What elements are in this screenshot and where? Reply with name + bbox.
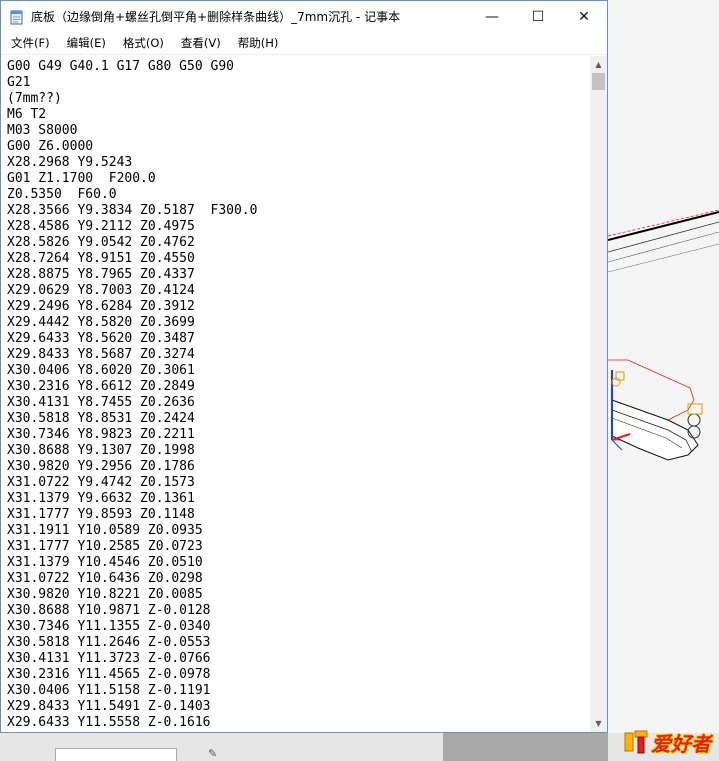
caption-buttons: — ☐ ✕: [469, 1, 607, 32]
menu-format[interactable]: 格式(O): [113, 35, 171, 51]
text-style-icon[interactable]: ✎: [208, 747, 228, 761]
cad-model-drawing: [608, 209, 719, 461]
close-button[interactable]: ✕: [561, 1, 607, 32]
text-editor-area[interactable]: G00 G49 G40.1 G17 G80 G50 G90 G21 (7mm??…: [1, 56, 590, 732]
menu-edit[interactable]: 编辑(E): [57, 35, 113, 51]
editor-text-content[interactable]: G00 G49 G40.1 G17 G80 G50 G90 G21 (7mm??…: [1, 56, 590, 731]
background-cad-viewport[interactable]: [608, 0, 719, 761]
watermark-logo: 爱好者: [623, 729, 711, 756]
background-dropdown[interactable]: [55, 748, 177, 761]
background-panel: [443, 733, 608, 761]
minimize-button[interactable]: —: [469, 1, 515, 32]
maximize-icon: ☐: [531, 8, 545, 25]
notepad-app-icon[interactable]: [9, 9, 25, 25]
watermark-emblem-icon: [624, 730, 648, 754]
minimize-icon: —: [485, 8, 499, 25]
maximize-button[interactable]: ☐: [515, 1, 561, 32]
close-icon: ✕: [578, 8, 590, 25]
desktop-screen: ✎ 爱好者 底板（边缘倒角+螺丝孔倒平角+删除样条曲线）_7mm沉孔 - 记事本: [0, 0, 719, 761]
menu-view[interactable]: 查看(V): [171, 35, 228, 51]
menu-file[interactable]: 文件(F): [1, 35, 57, 51]
title-bar[interactable]: 底板（边缘倒角+螺丝孔倒平角+删除样条曲线）_7mm沉孔 - 记事本 — ☐ ✕: [1, 1, 607, 32]
background-app-toolbar: ✎: [0, 733, 719, 761]
window-title: 底板（边缘倒角+螺丝孔倒平角+删除样条曲线）_7mm沉孔 - 记事本: [31, 10, 401, 24]
menu-help[interactable]: 帮助(H): [228, 35, 286, 51]
scrollbar-thumb[interactable]: [592, 73, 605, 90]
vertical-scrollbar[interactable]: ▲ ▼: [590, 56, 607, 732]
watermark-text: 爱好者: [651, 731, 711, 756]
scroll-up-arrow-icon[interactable]: ▲: [590, 56, 607, 73]
notepad-window: 底板（边缘倒角+螺丝孔倒平角+删除样条曲线）_7mm沉孔 - 记事本 — ☐ ✕…: [0, 0, 608, 733]
scroll-down-arrow-icon[interactable]: ▼: [590, 715, 607, 732]
menu-bar: 文件(F) 编辑(E) 格式(O) 查看(V) 帮助(H): [1, 32, 607, 55]
